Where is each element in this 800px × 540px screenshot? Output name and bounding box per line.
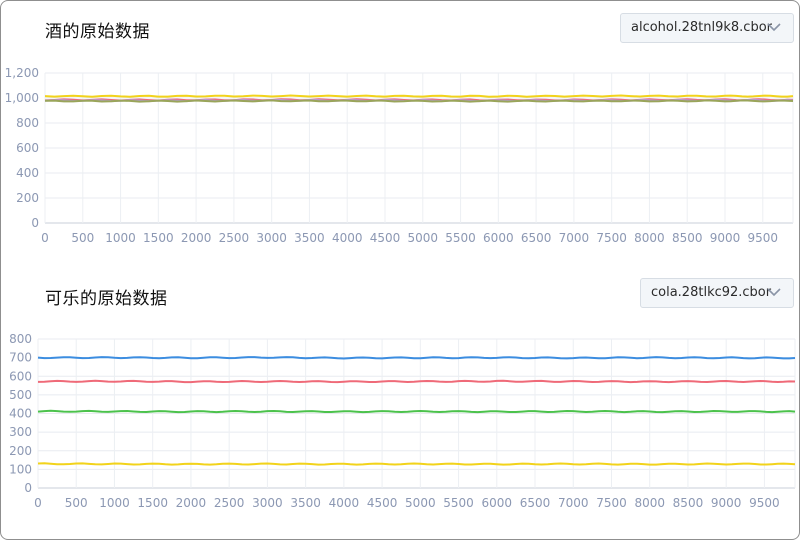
x-tick-label: 2000 (181, 231, 212, 245)
y-tick-label: 0 (31, 216, 39, 230)
x-tick-label: 500 (71, 231, 94, 245)
alcohol-line-chart: 0 200 400 600 800 1,000 1,200 0 500 1000 1500 2000 2… (5, 66, 794, 245)
x-tick-label: 2500 (219, 231, 250, 245)
chart-card: 酒的原始数据 alcohol.28tnl9k8.cbor 0 200 400 600 8… (0, 0, 800, 540)
x-tick-label: 5500 (443, 496, 474, 510)
y-tick-label: 600 (16, 141, 39, 155)
y-tick-label: 0 (24, 481, 32, 495)
x-tick-label: 2000 (176, 496, 207, 510)
x-tick-label: 9000 (710, 231, 741, 245)
x-tick-label: 5000 (405, 496, 436, 510)
x-tick-label: 7000 (558, 496, 589, 510)
x-tick-label: 3500 (294, 231, 325, 245)
cola-line-chart: 01002003004005006007008000 500 1000 1500 200… (9, 332, 796, 510)
x-tick-label: 1000 (99, 496, 130, 510)
x-tick-label: 9000 (711, 496, 742, 510)
x-tick-label: 7500 (596, 231, 627, 245)
x-tick-label: 1500 (143, 231, 174, 245)
y-tick-label: 500 (9, 388, 32, 402)
x-tick-label: 8500 (672, 231, 703, 245)
y-tick-label: 200 (9, 444, 32, 458)
x-tick-label: 8500 (673, 496, 704, 510)
series-line (37, 356, 796, 360)
x-tick-label: 0 (34, 496, 42, 510)
series-line (37, 409, 796, 414)
x-tick-label: 9500 (748, 231, 779, 245)
x-tick-label: 8000 (634, 231, 665, 245)
x-tick-label: 6500 (521, 231, 552, 245)
x-tick-label: 7000 (559, 231, 590, 245)
x-tick-label: 1000 (105, 231, 136, 245)
x-tick-label: 4000 (329, 496, 360, 510)
x-tick-label: 7500 (596, 496, 627, 510)
alcohol-panel: 酒的原始数据 alcohol.28tnl9k8.cbor 0 200 400 600 8… (1, 1, 800, 266)
y-tick-label: 1,000 (5, 91, 39, 105)
cola-panel: 可乐的原始数据 cola.28tlkc92.cbor 0 100 200 300 400… (1, 266, 800, 539)
x-tick-label: 6000 (482, 496, 513, 510)
x-tick-label: 3000 (252, 496, 283, 510)
x-tick-label: 4000 (332, 231, 363, 245)
y-tick-label: 800 (9, 332, 32, 346)
series-line (44, 94, 794, 98)
y-tick-label: 800 (16, 116, 39, 130)
series-line (44, 99, 794, 103)
y-tick-label: 400 (9, 407, 32, 421)
x-tick-label: 1500 (137, 496, 168, 510)
x-tick-label: 2500 (214, 496, 245, 510)
y-tick-label: 600 (9, 369, 32, 383)
x-tick-label: 4500 (367, 496, 398, 510)
x-tick-label: 9500 (749, 496, 780, 510)
y-tick-label: 100 (9, 462, 32, 476)
series-line (37, 379, 796, 384)
x-tick-label: 0 (41, 231, 49, 245)
y-tick-label: 200 (16, 191, 39, 205)
y-tick-label: 300 (9, 425, 32, 439)
x-tick-label: 3000 (256, 231, 287, 245)
x-tick-label: 6000 (483, 231, 514, 245)
series-line (37, 462, 796, 466)
y-tick-label: 400 (16, 166, 39, 180)
x-tick-label: 500 (65, 496, 88, 510)
x-tick-label: 4500 (370, 231, 401, 245)
x-tick-label: 5500 (445, 231, 476, 245)
x-tick-label: 6500 (520, 496, 551, 510)
y-tick-label: 1,200 (5, 66, 39, 80)
x-tick-label: 5000 (408, 231, 439, 245)
x-tick-label: 8000 (634, 496, 665, 510)
y-tick-label: 700 (9, 351, 32, 365)
x-tick-label: 3500 (290, 496, 321, 510)
